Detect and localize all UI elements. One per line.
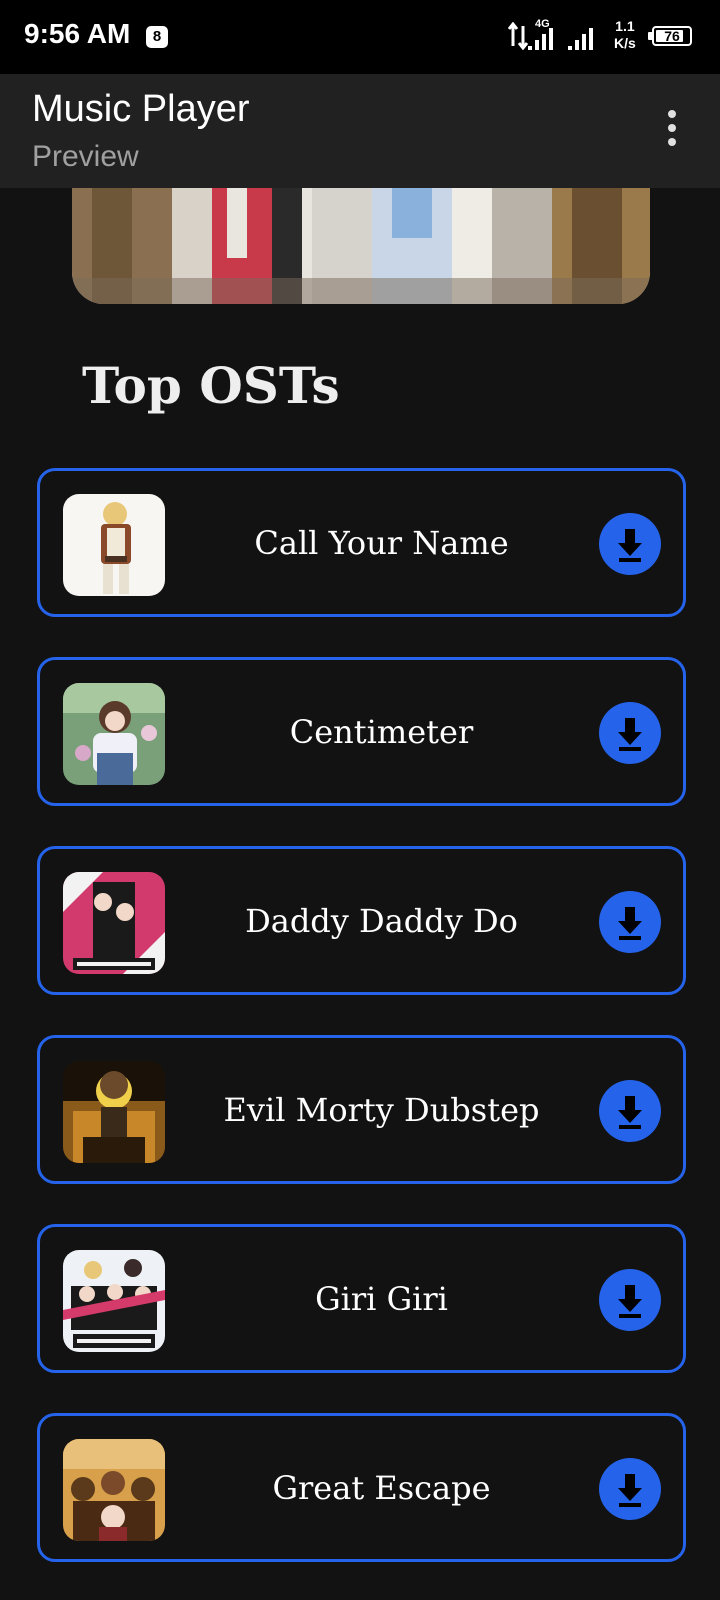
- album-art-thumbnail: [63, 872, 165, 974]
- track-name: Giri Giri: [315, 1279, 448, 1318]
- track-name: Evil Morty Dubstep: [223, 1090, 540, 1129]
- network-speed-value: 1.1: [615, 18, 635, 34]
- track-name: Centimeter: [289, 712, 474, 751]
- track-card-daddy-daddy-do[interactable]: Daddy Daddy Do: [37, 846, 686, 995]
- download-button[interactable]: [599, 1269, 661, 1331]
- download-arrow-icon: [618, 529, 642, 562]
- album-art-thumbnail: [63, 1439, 165, 1541]
- status-bar: 9:56 AM 8 4G 1.1 K/s 76: [0, 0, 720, 74]
- download-arrow-icon: [618, 1285, 642, 1318]
- banner-image: [72, 188, 650, 304]
- download-button[interactable]: [599, 1458, 661, 1520]
- album-art-thumbnail: [63, 494, 165, 596]
- app-title: Music Player: [32, 88, 250, 130]
- network-speed-unit: K/s: [614, 35, 636, 51]
- download-arrow-icon: [618, 907, 642, 940]
- section-title: Top OSTs: [82, 356, 340, 415]
- status-time: 9:56 AM: [24, 18, 131, 49]
- album-art-thumbnail: [63, 683, 165, 785]
- track-name: Call Your Name: [254, 523, 509, 562]
- album-art-thumbnail: [63, 1061, 165, 1163]
- track-card-centimeter[interactable]: Centimeter: [37, 657, 686, 806]
- app-bar: Music Player Preview: [0, 74, 720, 188]
- network-speed: 1.1 K/s: [614, 18, 636, 52]
- notification-icon: 8: [146, 26, 168, 48]
- download-arrow-icon: [618, 1096, 642, 1129]
- download-button[interactable]: [599, 513, 661, 575]
- track-card-evil-morty-dubstep[interactable]: Evil Morty Dubstep: [37, 1035, 686, 1184]
- menu-dot: [668, 124, 676, 132]
- app-subtitle: Preview: [32, 140, 139, 173]
- album-art-thumbnail: [63, 1250, 165, 1352]
- download-arrow-icon: [618, 1474, 642, 1507]
- battery-icon: 76: [652, 26, 692, 46]
- download-button[interactable]: [599, 891, 661, 953]
- main-content[interactable]: Top OSTs Call Your Name Centimeter Daddy…: [0, 188, 720, 1600]
- download-button[interactable]: [599, 702, 661, 764]
- download-arrow-icon: [618, 718, 642, 751]
- menu-dot: [668, 138, 676, 146]
- track-card-call-your-name[interactable]: Call Your Name: [37, 468, 686, 617]
- download-button[interactable]: [599, 1080, 661, 1142]
- menu-dot: [668, 110, 676, 118]
- track-name: Daddy Daddy Do: [245, 901, 518, 940]
- track-card-great-escape[interactable]: Great Escape: [37, 1413, 686, 1562]
- data-transfer-icon: [508, 22, 528, 50]
- track-card-giri-giri[interactable]: Giri Giri: [37, 1224, 686, 1373]
- more-vert-icon[interactable]: [660, 110, 684, 152]
- track-name: Great Escape: [272, 1468, 491, 1507]
- signal-strength-icon: [528, 28, 553, 50]
- signal-strength-icon-2: [568, 28, 593, 50]
- battery-level: 76: [664, 28, 680, 44]
